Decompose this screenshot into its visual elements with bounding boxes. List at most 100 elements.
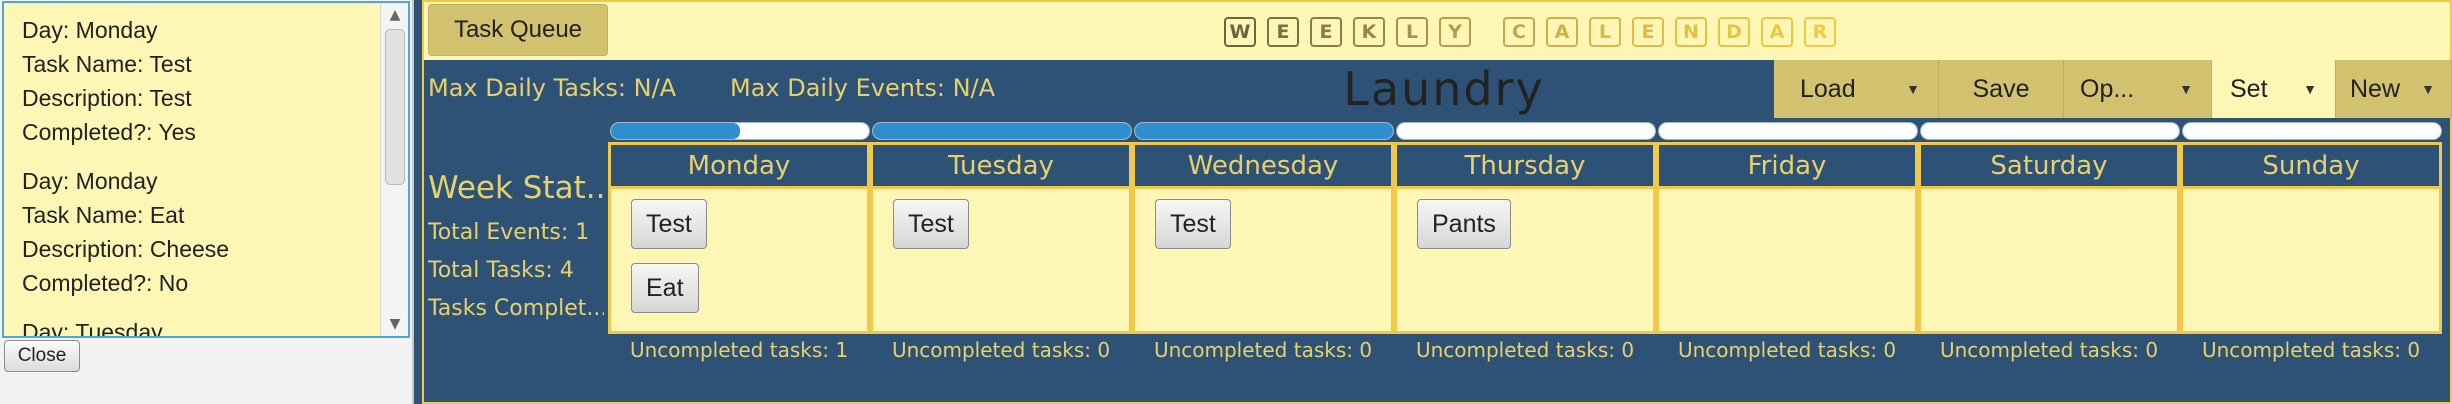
day-tasks: Pants — [1397, 189, 1653, 263]
toolbar: Load ▼ Save Op... ▼ Set ▼ New ▼ — [1774, 60, 2452, 118]
weekly-calendar: Task Queue WEEKLYCALENDAR Max Daily Task… — [422, 0, 2452, 404]
title-letter: E — [1632, 17, 1664, 47]
title-letter: Y — [1439, 17, 1471, 47]
day-tasks: Test — [873, 189, 1129, 263]
chevron-down-icon[interactable]: ▼ — [381, 312, 408, 336]
title-letter: D — [1718, 17, 1750, 47]
day-header: Tuesday — [873, 145, 1129, 189]
app-title: WEEKLYCALENDAR — [1224, 17, 1836, 47]
title-letter: L — [1396, 17, 1428, 47]
uncompleted-tasks-monday: Uncompleted tasks: 1 — [629, 338, 849, 362]
progress-fill — [873, 123, 1131, 139]
entry-day: Day: Monday — [22, 168, 158, 194]
progress-bar-monday — [610, 122, 870, 140]
title-letter: K — [1353, 17, 1385, 47]
task-button[interactable]: Test — [893, 199, 969, 249]
day-header: Friday — [1659, 145, 1915, 189]
day-header: Monday — [611, 145, 867, 189]
progress-fill — [1135, 123, 1393, 139]
title-letter: R — [1804, 17, 1836, 47]
entry-name: Task Name: Test — [22, 51, 192, 77]
tasks-completed: Tasks Complet... — [428, 296, 604, 321]
entry-description: Description: Cheese — [22, 236, 230, 262]
title-letter: E — [1267, 17, 1299, 47]
day-header: Thursday — [1397, 145, 1653, 189]
uncompleted-tasks-tuesday: Uncompleted tasks: 0 — [891, 338, 1111, 362]
day-column-sunday: Sunday — [2180, 142, 2442, 334]
entry-completed: Completed?: No — [22, 270, 189, 296]
uncompleted-tasks-sunday: Uncompleted tasks: 0 — [2201, 338, 2421, 362]
entry-day: Day: Monday — [22, 17, 158, 43]
task-list-entry[interactable]: Day: Tuesday — [22, 315, 382, 338]
info-bar: Max Daily Tasks: N/A Max Daily Events: N… — [424, 60, 2452, 120]
chevron-down-icon: ▼ — [1906, 81, 1920, 97]
day-column-monday: Monday Test Eat — [608, 142, 870, 334]
chevron-down-icon: ▼ — [2303, 81, 2317, 97]
set-label: Set — [2230, 74, 2268, 103]
chevron-down-icon: ▼ — [2179, 81, 2193, 97]
uncompleted-tasks-thursday: Uncompleted tasks: 0 — [1415, 338, 1635, 362]
entry-name: Task Name: Eat — [22, 202, 185, 228]
progress-bar-friday — [1658, 122, 1918, 140]
chevron-down-icon: ▼ — [2421, 81, 2435, 97]
task-list-scrollbar[interactable]: ▲ ▼ — [380, 3, 408, 336]
title-letter: W — [1224, 17, 1256, 47]
day-column-tuesday: Tuesday Test — [870, 142, 1132, 334]
chevron-up-icon[interactable]: ▲ — [381, 3, 408, 27]
max-daily-events: Max Daily Events: N/A — [730, 74, 996, 102]
day-tasks — [1921, 189, 2177, 199]
options-label: Op... — [2080, 74, 2135, 103]
day-column-wednesday: Wednesday Test — [1132, 142, 1394, 334]
uncompleted-tasks-friday: Uncompleted tasks: 0 — [1677, 338, 1897, 362]
task-list-entry[interactable]: Day: Monday Task Name: Eat Description: Ch… — [22, 164, 382, 300]
progress-bar-wednesday — [1134, 122, 1394, 140]
title-letter: C — [1503, 17, 1535, 47]
task-button[interactable]: Pants — [1417, 199, 1511, 249]
progress-bar-tuesday — [872, 122, 1132, 140]
day-tasks — [2183, 189, 2439, 199]
progress-bar-thursday — [1396, 122, 1656, 140]
task-list-entry[interactable]: Day: Monday Task Name: Test Description: T… — [22, 13, 382, 149]
entry-completed: Completed?: Yes — [22, 119, 196, 145]
task-list-panel: Day: Monday Task Name: Test Description: T… — [0, 0, 414, 404]
options-dropdown[interactable]: Op... ▼ — [2064, 60, 2212, 118]
save-label: Save — [1972, 74, 2030, 103]
entry-description: Description: Test — [22, 85, 192, 111]
set-dropdown[interactable]: Set ▼ — [2212, 60, 2336, 118]
title-letter: A — [1761, 17, 1793, 47]
day-header: Saturday — [1921, 145, 2177, 189]
entry-day: Day: Tuesday — [22, 319, 163, 338]
progress-fill — [611, 123, 740, 139]
progress-bar-saturday — [1920, 122, 2180, 140]
day-header: Sunday — [2183, 145, 2439, 189]
task-button[interactable]: Eat — [631, 263, 699, 313]
uncompleted-tasks-wednesday: Uncompleted tasks: 0 — [1153, 338, 1373, 362]
new-label: New — [2350, 74, 2401, 103]
load-label: Load — [1800, 74, 1856, 103]
task-button[interactable]: Test — [631, 199, 707, 249]
total-tasks: Total Tasks: 4 — [428, 258, 574, 283]
save-button[interactable]: Save — [1939, 60, 2064, 118]
title-letter: E — [1310, 17, 1342, 47]
day-tasks — [1659, 189, 1915, 199]
total-events: Total Events: 1 — [428, 220, 590, 245]
scroll-thumb[interactable] — [385, 29, 405, 185]
day-column-friday: Friday — [1656, 142, 1918, 334]
title-letter: A — [1546, 17, 1578, 47]
title-letter: N — [1675, 17, 1707, 47]
close-button[interactable]: Close — [4, 340, 80, 372]
max-daily-tasks: Max Daily Tasks: N/A — [428, 74, 677, 102]
day-header: Wednesday — [1135, 145, 1391, 189]
day-column-thursday: Thursday Pants — [1394, 142, 1656, 334]
load-dropdown[interactable]: Load ▼ — [1774, 60, 1939, 118]
task-entries: Day: Monday Task Name: Test Description: T… — [22, 13, 382, 338]
new-dropdown[interactable]: New ▼ — [2336, 60, 2452, 118]
day-tasks: Test Eat — [611, 189, 867, 327]
progress-bar-sunday — [2182, 122, 2442, 140]
task-list[interactable]: Day: Monday Task Name: Test Description: T… — [2, 1, 410, 338]
day-tasks: Test — [1135, 189, 1391, 263]
task-button[interactable]: Test — [1155, 199, 1231, 249]
task-queue-button[interactable]: Task Queue — [428, 4, 608, 56]
week-stats-title: Week Stat... — [428, 170, 604, 206]
day-column-saturday: Saturday — [1918, 142, 2180, 334]
